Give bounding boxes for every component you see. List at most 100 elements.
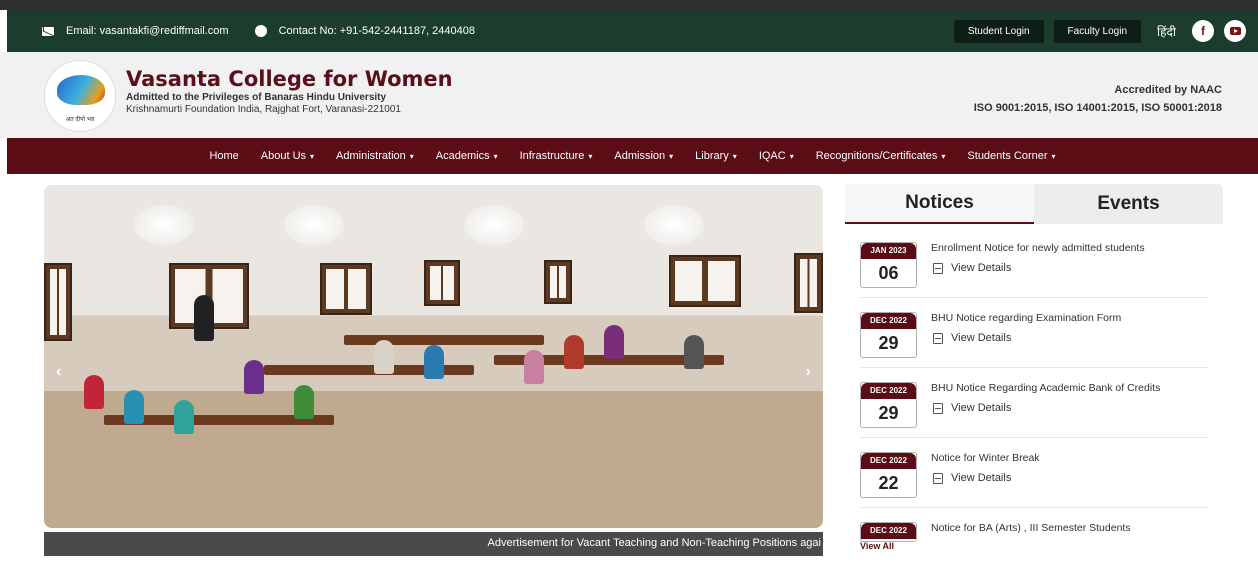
logo-bird-emblem (57, 75, 105, 105)
youtube-glyph (1229, 27, 1241, 35)
reading-table (344, 335, 544, 345)
notice-title: Enrollment Notice for newly admitted stu… (931, 242, 1145, 254)
site-header: अत दीपो भव Vasanta College for Women Adm… (0, 52, 1258, 138)
view-details-link[interactable]: View Details (933, 262, 1011, 274)
notice-item: DEC 2022 29 BHU Notice Regarding Academi… (860, 368, 1208, 438)
notice-date: DEC 2022 29 (860, 382, 917, 428)
notice-title: Notice for Winter Break (931, 452, 1040, 464)
slider-prev-arrow[interactable]: ‹ (56, 363, 61, 381)
nav-about-us[interactable]: About Us ▾ (261, 150, 314, 162)
nav-admission[interactable]: Admission ▾ (614, 150, 673, 162)
document-icon (933, 402, 943, 414)
faculty-login-button[interactable]: Faculty Login (1053, 19, 1142, 43)
view-details-link[interactable]: View Details (933, 472, 1011, 484)
view-all-link[interactable]: View All (860, 541, 894, 551)
contact-text: Contact No: +91-542-2441187, 2440408 (278, 25, 475, 37)
student (124, 390, 144, 424)
view-details-link[interactable]: View Details (933, 332, 1011, 344)
chevron-down-icon: ▾ (941, 152, 946, 161)
youtube-icon[interactable] (1224, 20, 1246, 42)
notice-month: DEC 2022 (861, 523, 916, 539)
chevron-down-icon: ▾ (1051, 152, 1056, 161)
chevron-down-icon: ▾ (409, 152, 414, 161)
top-bar: Email: vasantakfi@rediffmail.com Contact… (7, 10, 1258, 52)
panel-tabs: Notices Events (845, 184, 1223, 224)
student (604, 325, 624, 359)
view-details-label: View Details (951, 262, 1012, 274)
main-navigation: Home About Us ▾ Administration ▾ Academics… (7, 138, 1258, 174)
nav-library[interactable]: Library ▾ (695, 150, 737, 162)
window (44, 263, 72, 341)
college-subtitle: Admitted to the Privileges of Banaras Hi… (126, 92, 387, 103)
student (524, 350, 544, 384)
window (320, 263, 372, 315)
hero-image-slider[interactable]: ‹ › (44, 185, 823, 528)
nav-administration[interactable]: Administration ▾ (336, 150, 414, 162)
window (669, 255, 741, 307)
nav-label: IQAC (758, 150, 786, 162)
tab-notices[interactable]: Notices (845, 184, 1034, 224)
tab-events[interactable]: Events (1034, 184, 1223, 224)
chevron-down-icon: ▾ (310, 152, 315, 161)
library-photo (44, 185, 823, 528)
facebook-glyph: f (1201, 24, 1205, 38)
nav-infrastructure[interactable]: Infrastructure ▾ (520, 150, 593, 162)
phone-icon (254, 25, 267, 37)
chevron-down-icon: ▾ (789, 152, 794, 161)
nav-students-corner[interactable]: Students Corner ▾ (967, 150, 1055, 162)
notice-month: DEC 2022 (861, 453, 916, 469)
student (684, 335, 704, 369)
window (424, 260, 460, 306)
notice-title: BHU Notice Regarding Academic Bank of Cr… (931, 382, 1161, 394)
student (244, 360, 264, 394)
slider-next-arrow[interactable]: › (806, 363, 811, 381)
college-address: Krishnamurti Foundation India, Rajghat F… (126, 104, 401, 115)
nav-academics[interactable]: Academics ▾ (436, 150, 498, 162)
college-logo[interactable]: अत दीपो भव (44, 60, 116, 132)
notice-day: 29 (878, 403, 899, 423)
view-details-label: View Details (951, 402, 1012, 414)
college-name[interactable]: Vasanta College for Women (126, 67, 453, 91)
top-strip (0, 0, 1258, 10)
contact-info: Email: vasantakfi@rediffmail.com Contact… (7, 25, 475, 37)
document-icon (933, 332, 943, 344)
document-icon (933, 262, 943, 274)
top-actions: Student Login Faculty Login हिंदी f (953, 19, 1258, 43)
student (374, 340, 394, 374)
notice-title: Notice for BA (Arts) , III Semester Stud… (931, 522, 1131, 534)
notice-month: DEC 2022 (861, 383, 916, 399)
notice-date: DEC 2022 29 (860, 312, 917, 358)
nav-label: About Us (260, 150, 307, 162)
student (174, 400, 194, 434)
nav-home[interactable]: Home (209, 150, 238, 162)
view-details-label: View Details (951, 472, 1012, 484)
student (564, 335, 584, 369)
notice-item: DEC 2022 22 Notice for Winter Break View… (860, 438, 1208, 508)
notice-month: JAN 2023 (861, 243, 916, 259)
iso-certifications: ISO 9001:2015, ISO 14001:2015, ISO 50001… (973, 102, 1222, 114)
nav-label: Academics (435, 150, 490, 162)
facebook-icon[interactable]: f (1192, 20, 1214, 42)
email-text[interactable]: Email: vasantakfi@rediffmail.com (66, 25, 229, 37)
nav-label: Administration (336, 150, 406, 162)
student (194, 295, 214, 341)
student (294, 385, 314, 419)
chevron-down-icon: ▾ (732, 152, 737, 161)
student-login-button[interactable]: Student Login (953, 19, 1044, 43)
notice-day: 22 (878, 473, 899, 493)
notice-date: JAN 2023 06 (860, 242, 917, 288)
notice-month: DEC 2022 (861, 313, 916, 329)
hindi-language-link[interactable]: हिंदी (1157, 23, 1176, 40)
nav-iqac[interactable]: IQAC ▾ (759, 150, 794, 162)
notice-title: BHU Notice regarding Examination Form (931, 312, 1122, 324)
accreditation-block: Accredited by NAAC ISO 9001:2015, ISO 14… (974, 84, 1222, 114)
ceiling-light (284, 205, 344, 245)
notices-events-panel: Notices Events JAN 2023 06 Enrollment No… (845, 184, 1223, 556)
ticker-text[interactable]: Advertisement for Vacant Teaching and No… (488, 537, 821, 549)
view-details-link[interactable]: View Details (933, 402, 1011, 414)
ceiling-light (644, 205, 704, 245)
notice-item: JAN 2023 06 Enrollment Notice for newly … (860, 228, 1208, 298)
announcement-ticker[interactable]: Advertisement for Vacant Teaching and No… (44, 532, 823, 556)
nav-label: Students Corner (967, 150, 1048, 162)
nav-recognitions[interactable]: Recognitions/Certificates ▾ (816, 150, 946, 162)
